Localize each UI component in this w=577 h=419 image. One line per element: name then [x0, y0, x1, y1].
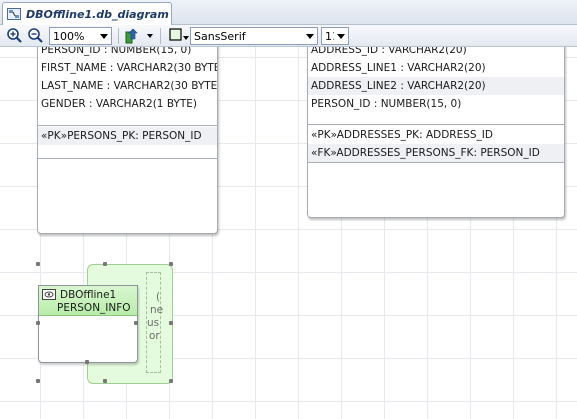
font-size-select[interactable]: 11: [321, 27, 349, 45]
column-address-id: ADDRESS_ID : VARCHAR2(20): [311, 47, 467, 56]
view-schema-name: DBOffline1: [60, 289, 117, 301]
section-divider: [308, 162, 564, 163]
zoom-level-value: 100%: [53, 29, 85, 43]
view-name: PERSON_INFO: [57, 302, 131, 314]
selection-handle[interactable]: [85, 360, 89, 364]
note-text-fragment: ne: [150, 304, 164, 316]
section-divider: [38, 125, 217, 126]
chevron-down-icon: [303, 28, 317, 44]
selection-handle[interactable]: [36, 321, 40, 325]
selection-handle[interactable]: [169, 379, 173, 383]
key-persons-pk: «PK»PERSONS_PK: PERSON_ID: [38, 127, 217, 145]
diagram-icon: [7, 8, 21, 20]
addresses-table[interactable]: ADDRESS_ID : VARCHAR2(20) ADDRESS_LINE1 …: [307, 47, 565, 218]
selection-handle[interactable]: [169, 321, 173, 325]
tab-label: DBOffline1.db_diagram: [26, 7, 169, 21]
section-divider: [38, 158, 217, 159]
column-person-id: PERSON_ID : NUMBER(15, 0): [311, 98, 462, 110]
note-text-fragment: us: [147, 317, 160, 329]
font-family-value: SansSerif: [194, 29, 246, 43]
column-address-line2: ADDRESS_LINE2 : VARCHAR2(20): [308, 77, 564, 95]
selection-handle[interactable]: [134, 321, 138, 325]
view-header: DBOffline1 PERSON_INFO: [39, 286, 137, 316]
diagram-toolbar: 100% SansSerif 11: [0, 25, 577, 47]
selection-handle[interactable]: [103, 379, 107, 383]
zoom-out-icon[interactable]: [27, 27, 45, 45]
tab-db-diagram[interactable]: DBOffline1.db_diagram: [2, 2, 172, 25]
selection-handle[interactable]: [36, 379, 40, 383]
key-addresses-pk: «PK»ADDRESSES_PK: ADDRESS_ID: [311, 129, 493, 141]
font-size-value: 11: [325, 29, 334, 43]
toolbar-separator: [118, 28, 119, 44]
person-info-view[interactable]: DBOffline1 PERSON_INFO: [38, 285, 138, 363]
column-first-name: FIRST_NAME : VARCHAR2(30 BYTE: [41, 62, 217, 74]
chevron-down-icon: [334, 28, 348, 44]
column-person-id: PERSON_ID : NUMBER(15, 0): [41, 47, 192, 56]
column-last-name: LAST_NAME : VARCHAR2(30 BYTE: [41, 80, 217, 92]
note-text-fragment: (: [156, 291, 161, 303]
persons-table[interactable]: PERSON_ID : NUMBER(15, 0) FIRST_NAME : V…: [37, 47, 218, 234]
section-divider: [308, 124, 564, 125]
align-icon[interactable]: [124, 27, 154, 45]
zoom-in-icon[interactable]: [6, 27, 24, 45]
column-address-line1: ADDRESS_LINE1 : VARCHAR2(20): [311, 62, 486, 74]
toolbar-separator: [160, 28, 161, 44]
selection-handle[interactable]: [103, 262, 107, 266]
diagram-canvas[interactable]: PERSON_ID : NUMBER(15, 0) FIRST_NAME : V…: [0, 47, 577, 419]
zoom-level-select[interactable]: 100%: [49, 27, 112, 45]
font-family-select[interactable]: SansSerif: [190, 27, 318, 45]
chevron-down-icon: [97, 28, 111, 44]
column-gender: GENDER : VARCHAR2(1 BYTE): [41, 98, 198, 110]
key-addresses-persons-fk: «FK»ADDRESSES_PERSONS_FK: PERSON_ID: [308, 144, 564, 162]
fill-color-icon[interactable]: [168, 27, 190, 45]
view-icon: [42, 289, 56, 300]
selection-handle[interactable]: [169, 262, 173, 266]
selection-handle[interactable]: [36, 262, 40, 266]
editor-tab-strip: DBOffline1.db_diagram: [0, 0, 577, 25]
note-text-fragment: or: [149, 330, 160, 342]
